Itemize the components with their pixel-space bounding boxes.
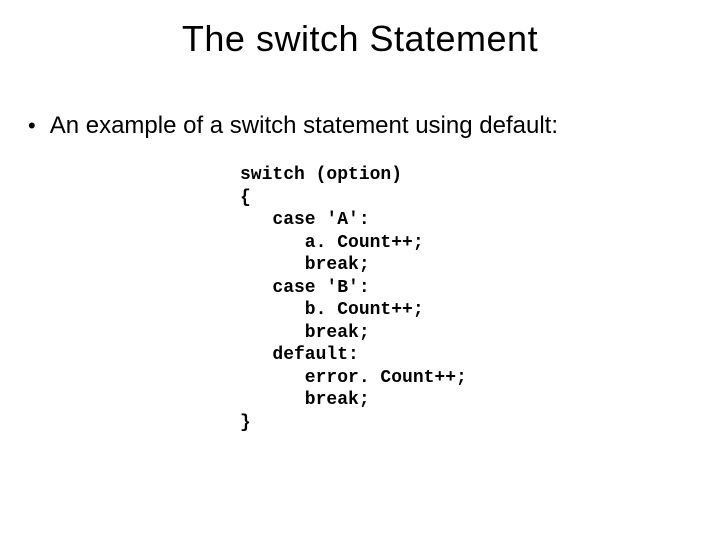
bullet-text: An example of a switch statement using d… [50, 112, 558, 140]
code-example: switch (option) { case 'A': a. Count++; … [240, 164, 467, 434]
bullet-item: • An example of a switch statement using… [28, 112, 692, 140]
slide: The switch Statement • An example of a s… [0, 0, 720, 540]
slide-title: The switch Statement [0, 0, 720, 60]
bullet-dot-icon: • [28, 112, 36, 140]
